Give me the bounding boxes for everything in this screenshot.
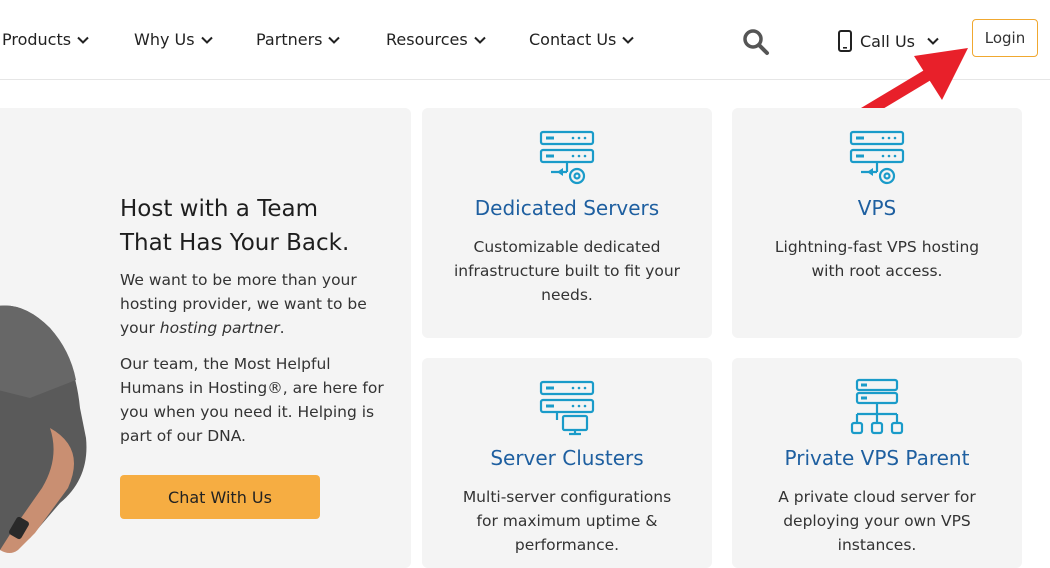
card-title: Server Clusters — [490, 446, 644, 470]
card-title: Dedicated Servers — [474, 196, 660, 220]
hero-title: Host with a Team That Has Your Back. — [120, 192, 390, 260]
server-gear-icon — [849, 130, 905, 185]
chat-with-us-button[interactable]: Chat With Us — [120, 475, 320, 519]
server-monitor-icon — [539, 380, 595, 436]
nav-resources-label: Resources — [386, 30, 468, 49]
card-dedicated-servers[interactable]: Dedicated Servers Customizable dedicated… — [422, 108, 712, 338]
call-us-label: Call Us — [860, 31, 915, 51]
phone-icon — [838, 30, 852, 52]
nav-contact-us-label: Contact Us — [529, 30, 617, 49]
hero-paragraph-2: Our team, the Most Helpful Humans in Hos… — [120, 355, 384, 445]
nav-resources[interactable]: Resources — [386, 30, 486, 49]
hero-p1-end: . — [279, 319, 285, 337]
login-button[interactable]: Login — [972, 19, 1038, 57]
chevron-down-icon — [474, 36, 486, 44]
chevron-down-icon — [200, 36, 213, 44]
hero-p1-italic: hosting partner — [159, 319, 280, 337]
chevron-down-icon — [622, 36, 635, 44]
server-network-icon — [850, 378, 904, 435]
nav-products[interactable]: Products — [2, 30, 89, 49]
server-gear-icon — [539, 130, 595, 185]
chevron-down-icon — [927, 37, 939, 45]
hero-panel: Host with a Team That Has Your Back. We … — [0, 108, 411, 568]
nav-why-us[interactable]: Why Us — [134, 30, 213, 49]
card-server-clusters[interactable]: Server Clusters Multi-server configurati… — [422, 358, 712, 568]
card-description: A private cloud server for deploying you… — [778, 488, 976, 554]
card-title: VPS — [857, 196, 897, 220]
person-image — [0, 305, 87, 553]
card-title: Private VPS Parent — [784, 446, 970, 470]
nav-products-label: Products — [2, 30, 72, 49]
card-vps[interactable]: VPS Lightning-fast VPS hosting with root… — [732, 108, 1022, 338]
nav-why-us-label: Why Us — [134, 30, 195, 49]
search-icon[interactable] — [742, 28, 770, 56]
card-description: Customizable dedicated infrastructure bu… — [453, 238, 681, 304]
nav-partners[interactable]: Partners — [256, 30, 341, 49]
hero-title-line-2: That Has Your Back. — [120, 230, 350, 256]
card-description: Lightning-fast VPS hosting with root acc… — [774, 238, 980, 280]
nav-contact-us[interactable]: Contact Us — [529, 30, 635, 49]
top-navigation: Products Why Us Partners Resources Conta… — [0, 0, 1050, 80]
chevron-down-icon — [328, 36, 341, 44]
chevron-down-icon — [77, 36, 89, 44]
hero-title-line-1: Host with a Team — [120, 196, 318, 222]
nav-partners-label: Partners — [256, 30, 323, 49]
card-description: Multi-server configurations for maximum … — [462, 488, 672, 554]
call-us-menu[interactable]: Call Us — [838, 30, 939, 52]
hero-paragraph-1: We want to be more than your hosting pro… — [120, 268, 390, 340]
card-private-vps-parent[interactable]: Private VPS Parent A private cloud serve… — [732, 358, 1022, 568]
